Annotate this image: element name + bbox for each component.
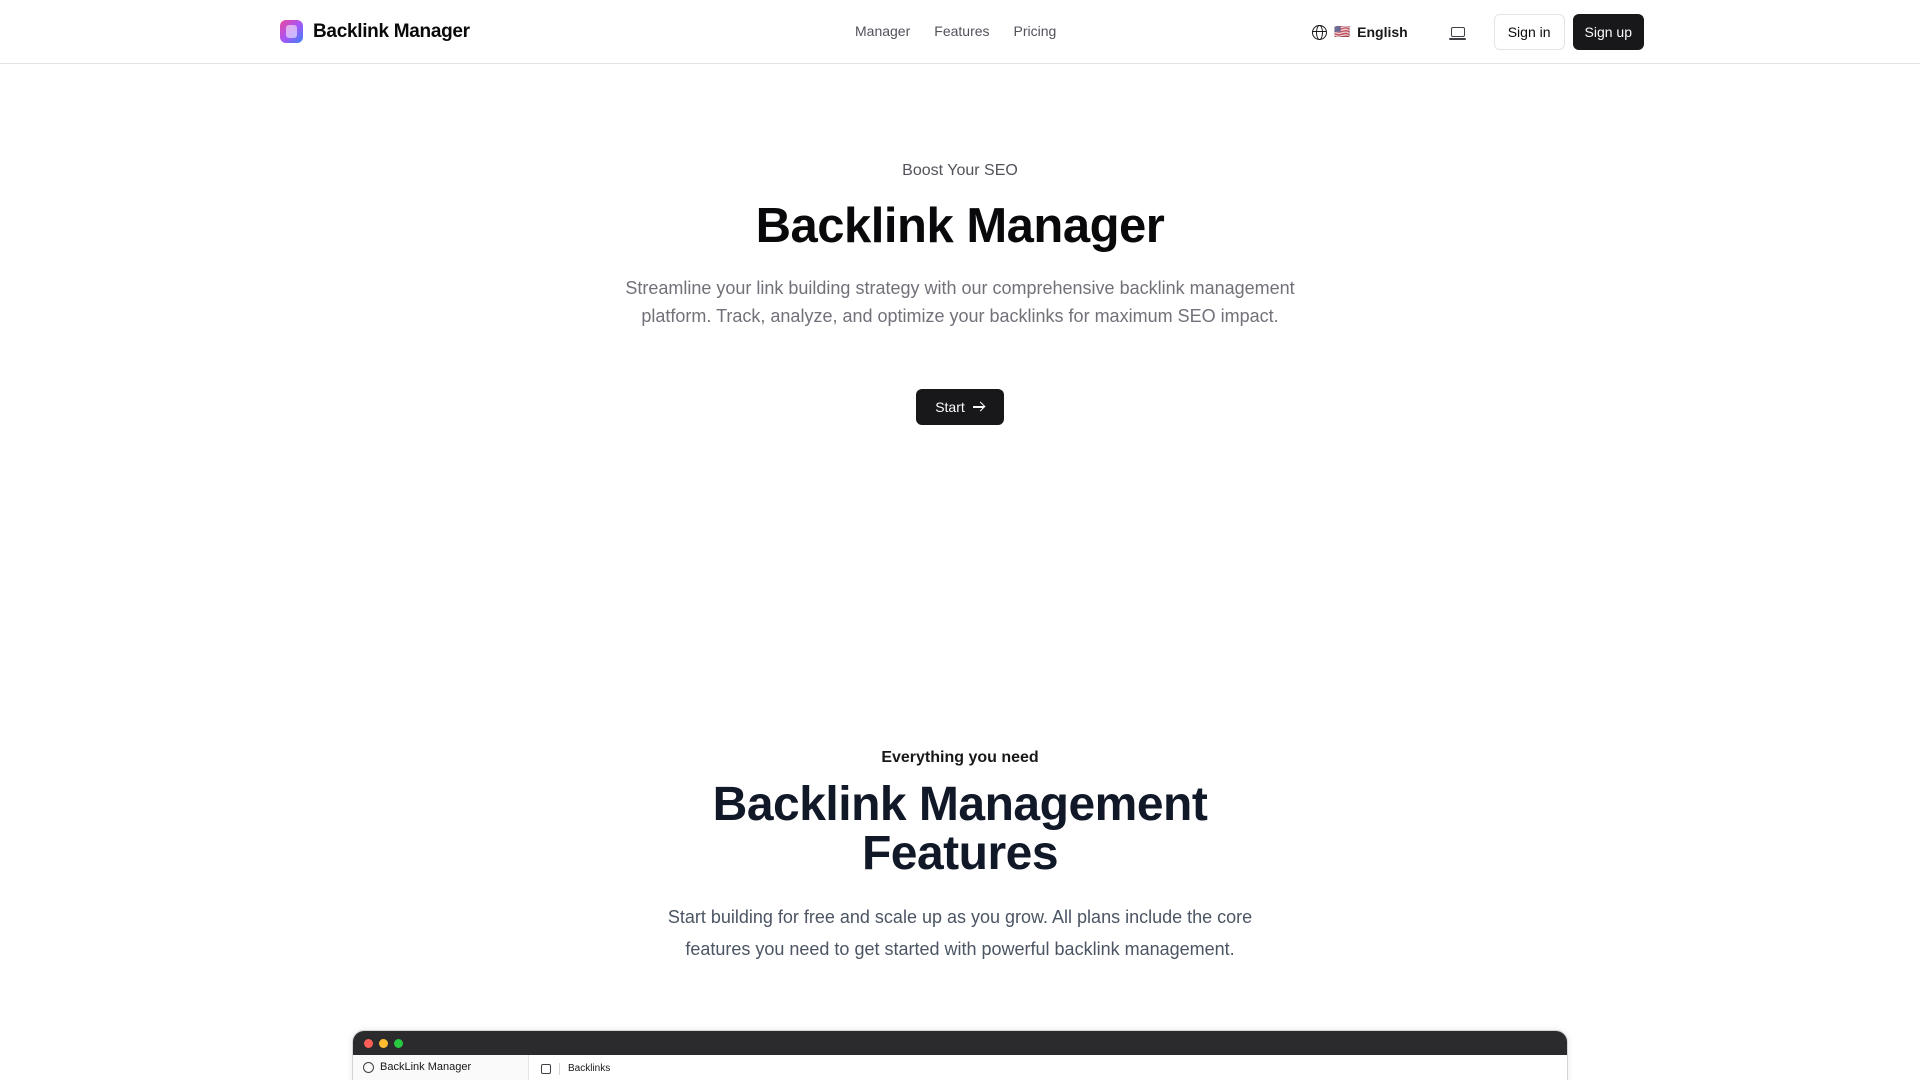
- preview-sidebar-title: BackLink Manager: [380, 1061, 472, 1073]
- nav-link-manager[interactable]: Manager: [855, 23, 910, 39]
- divider: [559, 1063, 560, 1075]
- maximize-dot-icon: [394, 1038, 403, 1048]
- preview-logo-icon: [363, 1062, 374, 1073]
- sign-in-button[interactable]: Sign in: [1493, 14, 1565, 50]
- language-selector[interactable]: 🇺🇸 English: [1304, 18, 1416, 46]
- header-actions: 🇺🇸 English Sign in Sign up: [1304, 14, 1644, 50]
- start-button-label: Start: [935, 399, 965, 415]
- site-header: Backlink Manager Manager Features Pricin…: [0, 0, 1920, 64]
- sidebar-toggle-icon: [541, 1064, 551, 1074]
- features-title: Backlink Management Features: [712, 778, 1208, 880]
- brand-logo-icon: [280, 20, 303, 43]
- close-dot-icon: [364, 1038, 373, 1048]
- brand[interactable]: Backlink Manager: [280, 20, 470, 43]
- preview-body: BackLink Manager Backlinks: [353, 1055, 1567, 1080]
- brand-name: Backlink Manager: [313, 20, 470, 42]
- hero-title: Backlink Manager: [755, 199, 1165, 253]
- nav-link-features[interactable]: Features: [934, 23, 989, 39]
- laptop-icon: [1448, 27, 1466, 40]
- preview-breadcrumb: Backlinks: [568, 1063, 611, 1074]
- minimize-dot-icon: [379, 1038, 388, 1048]
- us-flag-icon: 🇺🇸: [1333, 24, 1351, 39]
- hero-description: Streamline your link building strategy w…: [625, 278, 1295, 326]
- language-label: English: [1357, 24, 1408, 40]
- preview-title-bar: [353, 1031, 1567, 1055]
- arrow-right-icon: [972, 401, 985, 413]
- preview-main: Backlinks: [529, 1055, 1567, 1080]
- start-button[interactable]: Start: [916, 389, 1004, 425]
- main-nav: Manager Features Pricing: [855, 23, 1056, 39]
- app-preview-window: BackLink Manager Backlinks: [352, 1030, 1568, 1080]
- preview-sidebar: BackLink Manager: [353, 1055, 529, 1080]
- nav-link-pricing[interactable]: Pricing: [1014, 23, 1057, 39]
- sign-up-button[interactable]: Sign up: [1572, 14, 1644, 50]
- globe-icon: [1311, 24, 1327, 40]
- hero-eyebrow: Boost Your SEO: [902, 162, 1018, 179]
- features-description: Start building for free and scale up as …: [667, 907, 1253, 959]
- features-eyebrow: Everything you need: [881, 749, 1039, 766]
- theme-toggle-button[interactable]: [1440, 14, 1476, 50]
